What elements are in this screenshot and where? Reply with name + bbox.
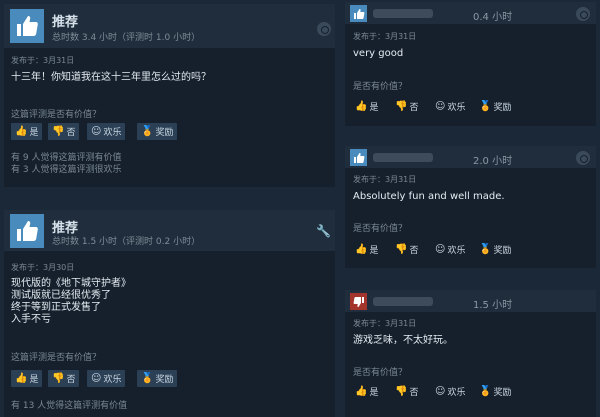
playtime: 0.4 小时	[473, 12, 513, 23]
smile-icon: ☺	[435, 385, 446, 397]
smile-icon: ☺	[91, 125, 102, 137]
thumbs-up-icon: 👍	[15, 372, 28, 384]
smile-icon: ☺	[435, 243, 446, 255]
review-card: 1.5 小时 发布于：3月31日 游戏乏味，不太好玩。 是否有价值？ 👍 是 👎 否…	[345, 290, 596, 417]
posted-date: 发布于：3月31日	[11, 56, 75, 65]
thumbs-down-icon: 👎	[52, 372, 65, 384]
helpful-no-button[interactable]: 👎 否	[48, 370, 80, 387]
review-text: Absolutely fun and well made.	[353, 191, 505, 202]
helpful-question: 这篇评测是否有价值？	[11, 353, 102, 363]
thumbs-down-icon: 👎	[395, 100, 408, 112]
reviewer-name-blurred	[373, 9, 433, 18]
posted-date: 发布于：3月31日	[353, 319, 417, 328]
recommendation-label: 推荐	[52, 15, 79, 30]
posted-date: 发布于：3月31日	[353, 175, 417, 184]
helpful-yes-button[interactable]: 👍 是	[353, 383, 380, 400]
steam-icon	[576, 7, 590, 21]
wrench-icon: 🔧	[316, 224, 331, 238]
review-header: 0.4 小时	[345, 2, 596, 24]
thumbs-down-icon: 👎	[395, 385, 408, 397]
review-header: 推荐 总时数 3.4 小时（评测时 1.0 小时）	[4, 4, 335, 48]
review-card: 推荐 总时数 1.5 小时（评测时 0.2 小时） 🔧 发布于：3月30日 现代…	[4, 210, 335, 417]
helpful-yes-button[interactable]: 👍 是	[11, 123, 43, 140]
playtime: 总时数 3.4 小时（评测时 1.0 小时）	[52, 33, 201, 43]
helpful-question: 是否有价值？	[353, 224, 408, 234]
vote-summary: 有 9 人觉得这篇评测有价值 有 3 人觉得这篇评测很欢乐	[11, 153, 122, 175]
helpful-yes-button[interactable]: 👍 是	[11, 370, 43, 387]
funny-button[interactable]: ☺ 欢乐	[433, 241, 467, 258]
playtime: 总时数 1.5 小时（评测时 0.2 小时）	[52, 237, 201, 247]
thumbs-up-icon: 👍	[355, 385, 368, 397]
review-text: 现代版的《地下城守护者》 测试版就已经很优秀了 终于等到正式发售了 入手不亏	[11, 278, 131, 325]
helpful-no-button[interactable]: 👎 否	[393, 241, 420, 258]
review-text: 十三年！你知道我在这十三年里怎么过的吗？	[11, 72, 211, 83]
award-button[interactable]: 🏅 奖励	[137, 123, 178, 140]
thumbs-down-icon: 👎	[52, 125, 65, 137]
thumbs-up-icon	[10, 9, 44, 43]
thumbs-up-icon	[350, 5, 367, 22]
funny-button[interactable]: ☺ 欢乐	[433, 98, 467, 115]
funny-button[interactable]: ☺ 欢乐	[87, 123, 126, 140]
review-header: 2.0 小时	[345, 146, 596, 168]
funny-button[interactable]: ☺ 欢乐	[87, 370, 126, 387]
thumbs-up-icon: 👍	[15, 125, 28, 137]
reviewer-name-blurred	[373, 153, 433, 162]
smile-icon: ☺	[435, 100, 446, 112]
review-text: 游戏乏味，不太好玩。	[353, 335, 453, 346]
award-icon: 🏅	[141, 125, 154, 137]
award-icon: 🏅	[479, 385, 492, 397]
helpful-no-button[interactable]: 👎 否	[393, 383, 420, 400]
award-icon: 🏅	[141, 372, 154, 384]
review-card: 推荐 总时数 3.4 小时（评测时 1.0 小时） 发布于：3月31日 十三年！…	[4, 4, 335, 187]
steam-icon	[576, 151, 590, 165]
thumbs-up-icon	[350, 149, 367, 166]
award-button[interactable]: 🏅 奖励	[137, 370, 178, 387]
posted-date: 发布于：3月31日	[353, 32, 417, 41]
thumbs-up-icon	[10, 214, 44, 248]
review-header: 1.5 小时	[345, 290, 596, 312]
playtime: 2.0 小时	[473, 156, 513, 167]
award-icon: 🏅	[479, 243, 492, 255]
award-button[interactable]: 🏅 奖励	[477, 98, 513, 115]
review-text: very good	[353, 48, 404, 59]
posted-date: 发布于：3月30日	[11, 263, 75, 272]
helpful-question: 是否有价值？	[353, 368, 408, 378]
review-card: 2.0 小时 发布于：3月31日 Absolutely fun and well…	[345, 146, 596, 268]
smile-icon: ☺	[91, 372, 102, 384]
review-header: 推荐 总时数 1.5 小时（评测时 0.2 小时） 🔧	[4, 210, 335, 251]
review-card: 0.4 小时 发布于：3月31日 very good 是否有价值？ 👍 是 👎 否 …	[345, 2, 596, 126]
funny-button[interactable]: ☺ 欢乐	[433, 383, 467, 400]
vote-summary: 有 13 人觉得这篇评测有价值	[11, 401, 128, 411]
helpful-question: 这篇评测是否有价值？	[11, 110, 102, 120]
award-icon: 🏅	[479, 100, 492, 112]
thumbs-down-icon: 👎	[395, 243, 408, 255]
helpful-no-button[interactable]: 👎 否	[48, 123, 80, 140]
helpful-yes-button[interactable]: 👍 是	[353, 98, 380, 115]
helpful-question: 是否有价值？	[353, 82, 408, 92]
playtime: 1.5 小时	[473, 300, 513, 311]
award-button[interactable]: 🏅 奖励	[477, 383, 513, 400]
helpful-yes-button[interactable]: 👍 是	[353, 241, 380, 258]
thumbs-up-icon: 👍	[355, 100, 368, 112]
award-button[interactable]: 🏅 奖励	[477, 241, 513, 258]
thumbs-down-icon	[350, 293, 367, 310]
thumbs-up-icon: 👍	[355, 243, 368, 255]
helpful-no-button[interactable]: 👎 否	[393, 98, 420, 115]
steam-icon	[317, 22, 331, 36]
reviewer-name-blurred	[373, 297, 433, 306]
